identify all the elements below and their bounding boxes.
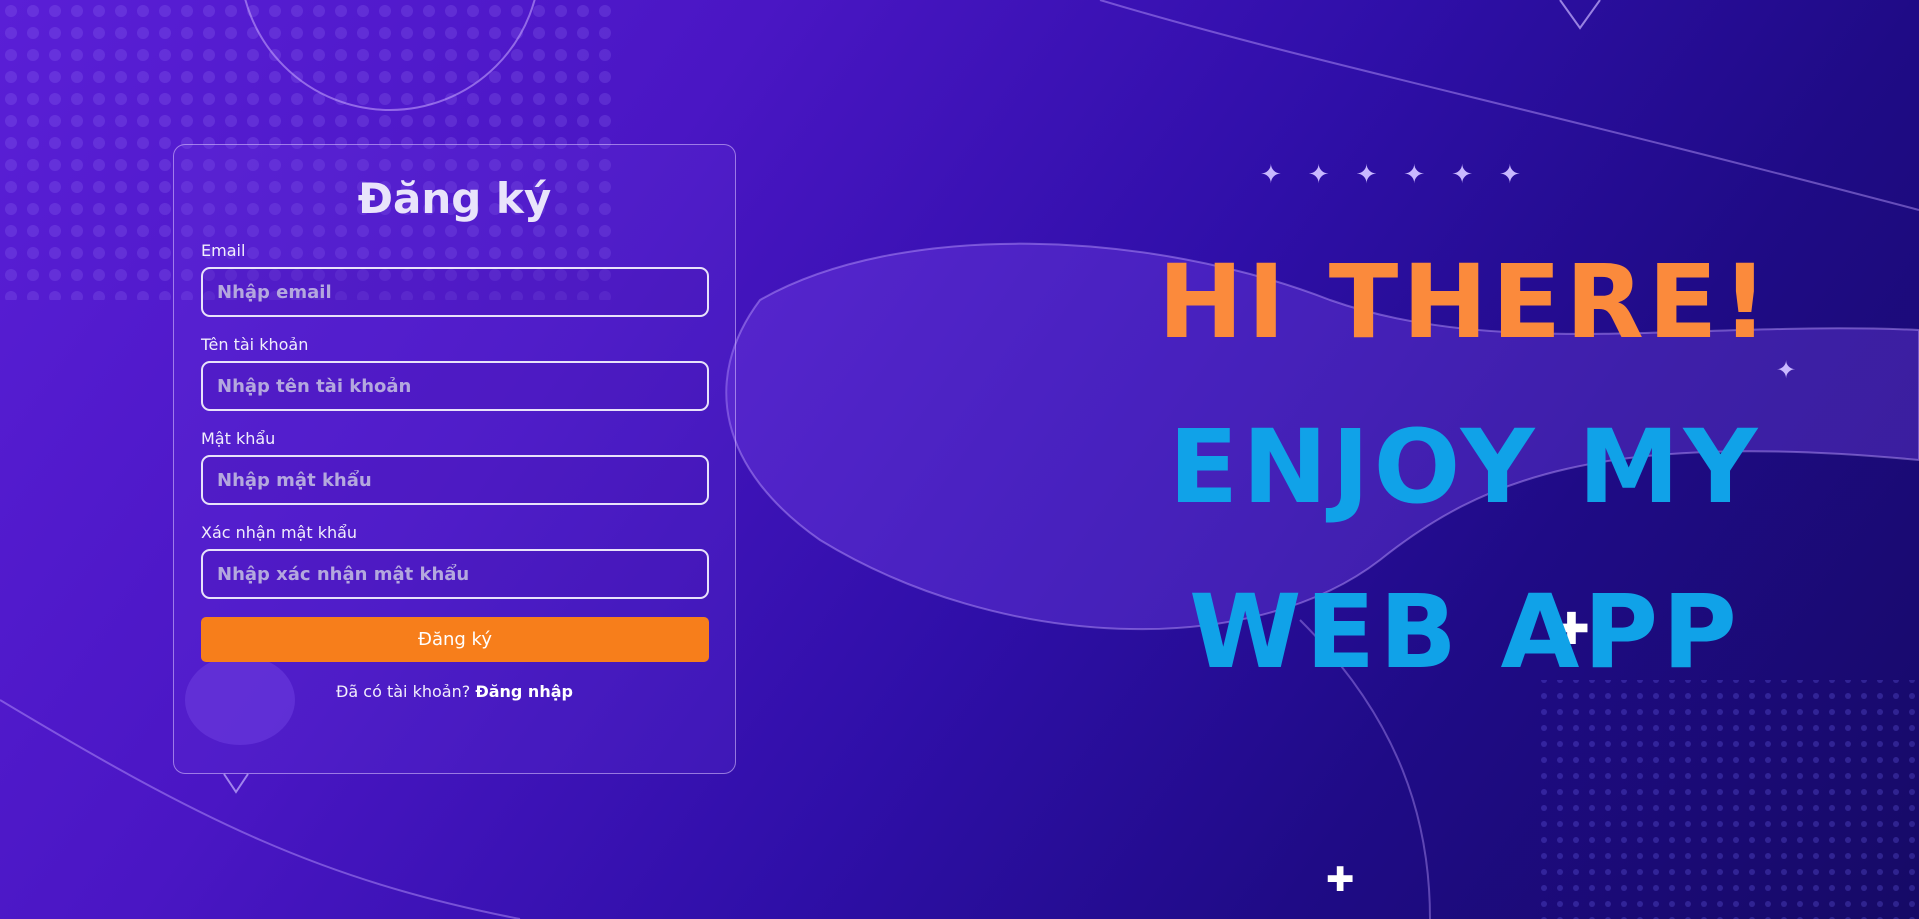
sparkle-icon: ✦ <box>1451 160 1499 190</box>
plus-icon: ✚ <box>1326 860 1355 900</box>
sparkle-icon: ✦ <box>1403 160 1452 190</box>
register-button[interactable]: Đăng ký <box>201 617 709 662</box>
username-label: Tên tài khoản <box>201 335 309 354</box>
email-label: Email <box>201 241 246 260</box>
email-field[interactable] <box>201 267 709 317</box>
login-prompt: Đã có tài khoản? Đăng nhập <box>201 682 708 701</box>
confirm-password-label: Xác nhận mật khẩu <box>201 523 358 542</box>
hero-heading: HI THERE! ENJOY MY WEB APP <box>1110 220 1820 715</box>
sparkle-icon: ✦ <box>1355 160 1404 190</box>
sparkle-icon: ✦ <box>1307 160 1356 190</box>
register-title: Đăng ký <box>357 174 552 223</box>
register-card: Đăng ký Email Tên tài khoản Mật khẩu Xác… <box>173 144 736 774</box>
hero-line-web-app: WEB APP <box>1189 573 1741 692</box>
has-account-text: Đã có tài khoản? <box>336 682 471 701</box>
sparkle-row: ✦✦✦✦✦✦ <box>1260 160 1547 190</box>
username-field[interactable] <box>201 361 709 411</box>
password-field[interactable] <box>201 455 709 505</box>
hero-line-enjoy-my: ENJOY MY <box>1168 408 1762 527</box>
hero-line-hi-there: HI THERE! <box>1157 243 1773 362</box>
password-label: Mật khẩu <box>201 429 276 448</box>
sparkle-icon: ✦ <box>1498 160 1547 190</box>
login-link[interactable]: Đăng nhập <box>475 682 573 701</box>
confirm-password-field[interactable] <box>201 549 709 599</box>
sparkle-icon: ✦ <box>1260 160 1308 190</box>
